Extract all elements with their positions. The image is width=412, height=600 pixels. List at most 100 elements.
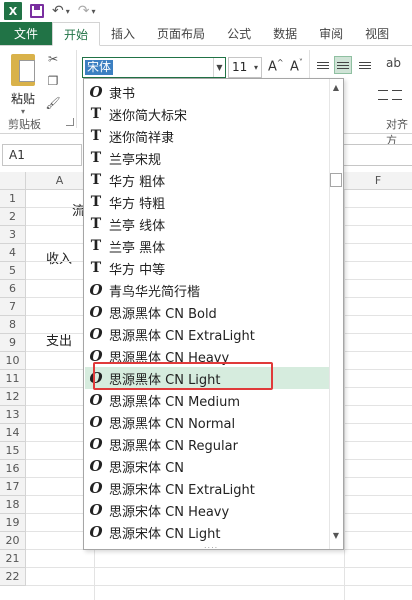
row-header[interactable]: 6 [0, 280, 26, 298]
font-list-item[interactable]: O 思源黑体 CN Light [85, 367, 330, 389]
row-header[interactable]: 22 [0, 568, 26, 586]
grow-font-button[interactable]: A^ [268, 58, 284, 74]
row-header[interactable]: 2 [0, 208, 26, 226]
font-list-item[interactable]: T 迷你简祥隶 [85, 125, 330, 147]
redo-button[interactable]: ↷ [78, 2, 90, 20]
scroll-up-icon[interactable]: ▲ [329, 81, 343, 93]
align-bottom-button[interactable] [356, 56, 374, 74]
row-header[interactable]: 12 [0, 388, 26, 406]
chevron-down-icon[interactable]: ▼ [213, 58, 225, 77]
font-list-item[interactable]: O 思源黑体 CN ExtraLight [85, 323, 330, 345]
row-header[interactable]: 9 [0, 334, 26, 352]
row-header[interactable]: 13 [0, 406, 26, 424]
row-header[interactable]: 4 [0, 244, 26, 262]
tab-review[interactable]: 审阅 [308, 22, 354, 45]
row-header[interactable]: 11 [0, 370, 26, 388]
truetype-font-icon: T [90, 106, 102, 122]
copy-button[interactable]: ❐ [45, 74, 61, 88]
row-header[interactable]: 18 [0, 496, 26, 514]
shrink-font-letter: A [290, 59, 299, 75]
font-list-item[interactable]: T 华方 粗体 [85, 169, 330, 191]
opentype-font-icon: O [89, 369, 103, 387]
row-header[interactable]: 1 [0, 190, 26, 208]
row-header[interactable]: 15 [0, 442, 26, 460]
save-button[interactable] [30, 2, 44, 20]
font-dropdown-list[interactable]: O 隶书 T 迷你简大标宋 T 迷你简祥隶 T 兰亭宋规 T 华方 粗体 T 华方 特粗 T 兰亭 线体 T… [83, 78, 344, 550]
scrollbar-thumb[interactable] [330, 173, 342, 187]
row-header[interactable]: 10 [0, 352, 26, 370]
alignment-row-2 [378, 86, 412, 104]
column-header-f[interactable]: F [344, 172, 412, 190]
font-list-item[interactable]: T 兰亭宋规 [85, 147, 330, 169]
grid-line [26, 567, 412, 568]
tab-insert[interactable]: 插入 [100, 22, 146, 45]
row-header[interactable]: 5 [0, 262, 26, 280]
tab-file[interactable]: 文件 [0, 22, 53, 45]
font-list-item-label: 思源黑体 CN Light [109, 372, 221, 388]
font-name-combo[interactable]: 宋体 ▼ [82, 57, 226, 78]
font-list-item[interactable]: O 思源黑体 CN Heavy [85, 345, 330, 367]
align-center-icon[interactable] [392, 90, 402, 100]
grid-line [26, 585, 412, 586]
font-size-combo[interactable]: 11 ▾ [228, 57, 262, 78]
font-list-item[interactable]: T 兰亭 黑体 [85, 235, 330, 257]
font-list-item-label: 思源宋体 CN Heavy [109, 504, 230, 520]
paste-button[interactable]: 粘贴 ▾ [6, 50, 40, 120]
font-list-item[interactable]: O 思源黑体 CN Regular [85, 433, 330, 455]
font-list-item[interactable]: O 思源黑体 CN Normal [85, 411, 330, 433]
truetype-font-icon: T [90, 216, 102, 232]
opentype-font-icon: O [89, 325, 103, 343]
undo-dropdown-button[interactable]: ▾ [66, 2, 70, 20]
paste-label: 粘贴 [10, 92, 35, 106]
row-header[interactable]: 21 [0, 550, 26, 568]
tab-home[interactable]: 开始 [52, 22, 101, 46]
font-list-item[interactable]: O 隶书 [85, 81, 330, 103]
tab-view[interactable]: 视图 [354, 22, 400, 45]
row-header[interactable]: 8 [0, 316, 26, 334]
row-header[interactable]: 16 [0, 460, 26, 478]
undo-button[interactable]: ↶ [52, 2, 64, 20]
font-list-item-label: 思源宋体 CN [109, 460, 184, 476]
row-header[interactable]: 20 [0, 532, 26, 550]
font-list-item[interactable]: O 思源宋体 CN Light [85, 521, 330, 543]
shrink-font-button[interactable]: A˅ [290, 58, 303, 74]
font-list-scrollbar[interactable] [329, 79, 343, 549]
scroll-down-icon[interactable]: ▼ [329, 529, 343, 541]
name-box[interactable]: A1 [2, 144, 82, 166]
row-header[interactable]: 14 [0, 424, 26, 442]
row-header[interactable]: 7 [0, 298, 26, 316]
align-left-icon[interactable] [378, 90, 388, 100]
tab-data[interactable]: 数据 [262, 22, 308, 45]
font-list-item-label: 兰亭 黑体 [109, 240, 166, 256]
opentype-font-icon: O [89, 523, 103, 541]
opentype-font-icon: O [89, 347, 103, 365]
row-header[interactable]: 19 [0, 514, 26, 532]
font-list-item[interactable]: T 华方 中等 [85, 257, 330, 279]
tab-formulas[interactable]: 公式 [216, 22, 262, 45]
font-list-item-label: 兰亭宋规 [109, 152, 162, 168]
redo-dropdown-button[interactable]: ▾ [91, 2, 95, 20]
cut-button[interactable]: ✂ [45, 52, 61, 66]
wrap-text-button[interactable]: ab [386, 56, 406, 74]
font-list-item[interactable]: O 思源宋体 CN ExtraLight [85, 477, 330, 499]
select-all-corner[interactable] [0, 172, 26, 190]
caret-down-icon: ˅ [298, 58, 303, 67]
font-list-item[interactable]: O 思源黑体 CN Bold [85, 301, 330, 323]
font-list-item[interactable]: O 思源黑体 CN Medium [85, 389, 330, 411]
font-list-item[interactable]: O 青鸟华光简行楷 [85, 279, 330, 301]
font-list-item[interactable]: O 思源宋体 CN [85, 455, 330, 477]
font-list-item[interactable]: O 思源宋体 CN Heavy [85, 499, 330, 521]
tab-page-layout[interactable]: 页面布局 [146, 22, 216, 45]
font-list-item[interactable]: T 迷你简大标宋 [85, 103, 330, 125]
font-list-item[interactable]: T 兰亭 线体 [85, 213, 330, 235]
font-list-item[interactable]: T 华方 特粗 [85, 191, 330, 213]
chevron-down-icon[interactable]: ▾ [251, 58, 261, 77]
align-middle-button[interactable] [334, 56, 352, 74]
clipboard-launcher-button[interactable] [66, 118, 74, 126]
row-header[interactable]: 17 [0, 478, 26, 496]
row-header[interactable]: 3 [0, 226, 26, 244]
format-painter-button[interactable]: 🖌 [45, 96, 61, 110]
resize-grip[interactable]: .... [204, 541, 218, 549]
chevron-down-icon: ▾ [20, 107, 25, 116]
align-top-button[interactable] [314, 56, 332, 74]
